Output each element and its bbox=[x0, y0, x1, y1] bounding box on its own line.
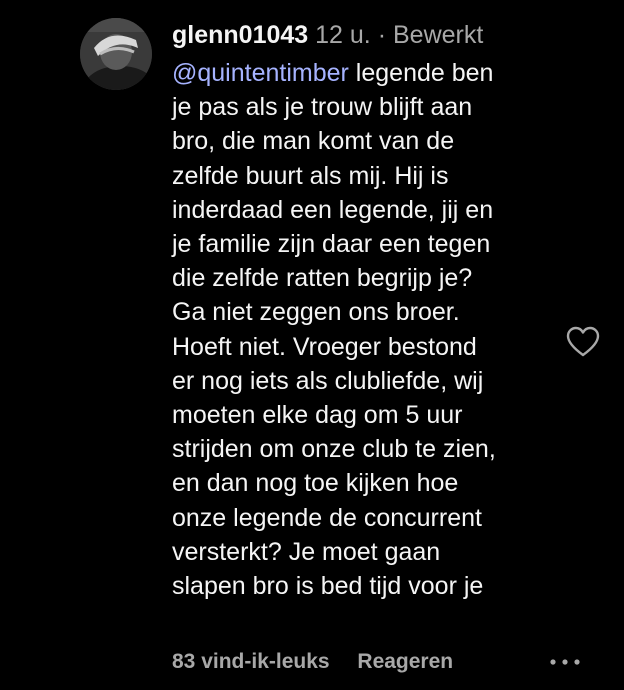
comment-line: strijden om onze club te zien, bbox=[172, 435, 496, 464]
heart-icon bbox=[566, 326, 600, 357]
comment-line: slapen bro is bed tijd voor je bbox=[172, 572, 484, 601]
comment-line: je familie zijn daar een tegen bbox=[172, 230, 491, 259]
like-button[interactable] bbox=[566, 326, 600, 358]
username[interactable]: glenn01043 bbox=[172, 21, 308, 49]
comment-line: versterkt? Je moet gaan bbox=[172, 537, 441, 566]
comment-line: die zelfde ratten begrijp je? bbox=[172, 264, 473, 293]
comment-line: je pas als je trouw blijft aan bbox=[172, 93, 473, 122]
reply-button[interactable]: Reageren bbox=[357, 650, 453, 673]
comment-line: @quintentimber legende ben bbox=[172, 56, 572, 90]
comment-line: Ga niet zeggen ons broer. bbox=[172, 298, 460, 327]
comment-line-text: legende ben bbox=[348, 59, 494, 87]
comment-line: Hoeft niet. Vroeger bestond bbox=[172, 332, 477, 361]
comment-line: en dan nog toe kijken hoe bbox=[172, 469, 459, 498]
comment: glenn01043 12 u. · Bewerkt @quintentimbe… bbox=[0, 0, 624, 690]
avatar[interactable] bbox=[80, 18, 152, 90]
more-options-button[interactable] bbox=[548, 652, 582, 672]
comment-text: @quintentimber legende ben je pas als je… bbox=[172, 56, 572, 603]
avatar-image bbox=[80, 18, 152, 90]
comment-line: bro, die man komt van de bbox=[172, 127, 455, 156]
comment-line: er nog iets als clubliefde, wij bbox=[172, 366, 484, 395]
comment-footer: 83 vind-ik-leuks Reageren bbox=[172, 648, 453, 676]
meta-separator: · bbox=[377, 21, 387, 49]
timestamp[interactable]: 12 u. bbox=[315, 21, 371, 49]
comment-line: inderdaad een legende, jij en bbox=[172, 195, 494, 224]
likes-count[interactable]: 83 vind-ik-leuks bbox=[172, 650, 330, 673]
comment-line: zelfde buurt als mij. Hij is bbox=[172, 161, 449, 190]
mention-link[interactable]: @quintentimber bbox=[172, 59, 349, 87]
comment-header: glenn01043 12 u. · Bewerkt bbox=[172, 18, 483, 52]
comment-line: moeten elke dag om 5 uur bbox=[172, 401, 463, 430]
edited-label: Bewerkt bbox=[392, 21, 484, 49]
more-options-icon bbox=[550, 659, 580, 665]
comment-line: onze legende de concurrent bbox=[172, 503, 482, 532]
